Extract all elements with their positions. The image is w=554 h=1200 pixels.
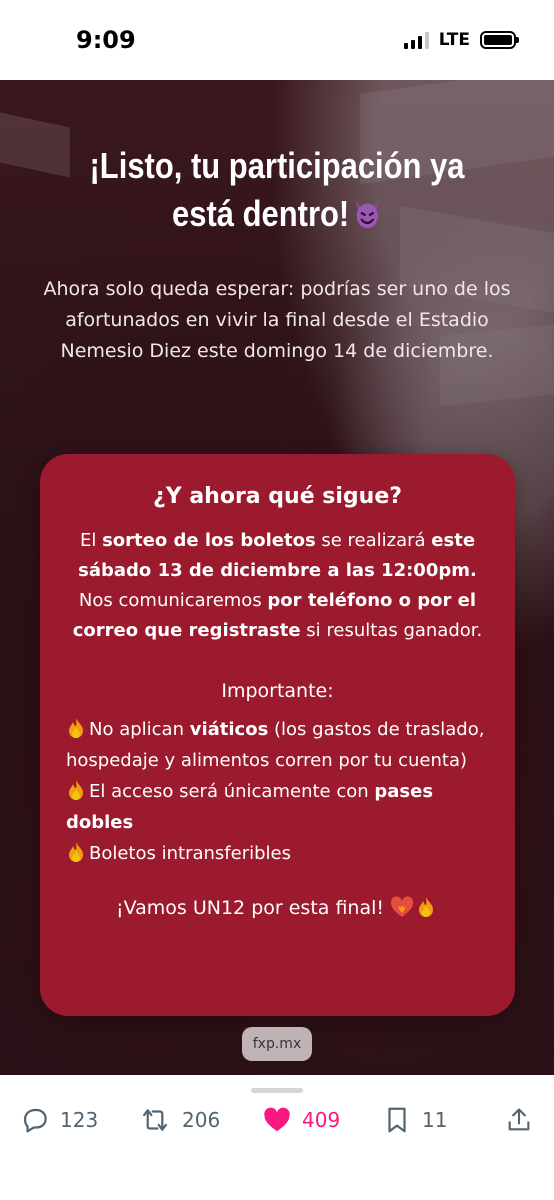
- list-item: El acceso será únicamente con pases dobl…: [66, 776, 489, 838]
- signal-icon: [403, 31, 429, 49]
- share-icon: [508, 1108, 530, 1131]
- text-segment: Nos comunicaremos: [78, 590, 268, 611]
- heart-on-fire-icon: [390, 896, 414, 917]
- reply-count: 123: [60, 1108, 99, 1132]
- headline-line-2: está dentro!: [172, 193, 350, 234]
- battery-icon: [480, 31, 519, 49]
- text-segment: El: [79, 530, 103, 551]
- text-bold: viáticos: [189, 719, 269, 740]
- like-count: 409: [302, 1108, 341, 1132]
- text-segment: El acceso será únicamente con: [89, 781, 375, 802]
- list-item: No aplican viáticos (los gastos de trasl…: [66, 714, 489, 776]
- action-bar: 123 206 409 11: [0, 1075, 554, 1200]
- list-item: Boletos intransferibles: [66, 838, 489, 869]
- reply-icon: [23, 1108, 47, 1133]
- bookmark-button[interactable]: 11: [382, 1105, 447, 1135]
- repost-count: 206: [182, 1108, 221, 1132]
- post-actions: 123 206 409 11: [0, 1105, 554, 1145]
- important-heading: Importante:: [221, 680, 334, 702]
- text-bold: sorteo de los boletos: [102, 530, 316, 551]
- text-segment: Boletos intransferibles: [89, 843, 291, 864]
- status-indicators: LTE: [403, 30, 519, 50]
- fire-icon: [419, 897, 433, 917]
- smiling-devil-icon: [355, 200, 379, 229]
- post-subtext: Ahora solo queda esperar: podrías ser un…: [43, 278, 511, 362]
- link-domain-badge[interactable]: fxp.mx: [242, 1027, 312, 1061]
- reply-button[interactable]: 123: [20, 1105, 98, 1135]
- bookmark-icon: [388, 1107, 406, 1133]
- status-time: 9:09: [76, 26, 136, 54]
- info-card: ¿Y ahora qué sigue? El sorteo de los bol…: [40, 454, 515, 1016]
- like-button[interactable]: 409: [262, 1105, 340, 1135]
- status-bar: 9:09 LTE: [0, 0, 554, 80]
- repost-button[interactable]: 206: [138, 1105, 220, 1135]
- fire-icon: [69, 780, 83, 800]
- drag-handle[interactable]: [251, 1088, 303, 1093]
- card-closing: ¡Vamos UN12 por esta final!: [66, 893, 489, 923]
- post-headline: ¡Listo, tu participación ya está dentro!: [73, 142, 481, 238]
- card-paragraph-contact: Nos comunicaremos por teléfono o por el …: [66, 586, 489, 646]
- repost-icon: [142, 1109, 168, 1131]
- fire-icon: [69, 842, 83, 862]
- card-paragraph-draw: El sorteo de los boletos se realizará es…: [66, 526, 489, 586]
- card-title: ¿Y ahora qué sigue?: [152, 484, 403, 509]
- closing-text: ¡Vamos UN12 por esta final!: [116, 897, 384, 919]
- important-list: No aplican viáticos (los gastos de trasl…: [66, 714, 489, 869]
- text-segment: si resultas ganador.: [300, 620, 483, 641]
- share-button[interactable]: [505, 1105, 533, 1135]
- network-label: LTE: [438, 30, 470, 50]
- text-segment: No aplican: [89, 719, 190, 740]
- heart-icon: [264, 1107, 290, 1132]
- text-segment: se realizará: [315, 530, 432, 551]
- fire-icon: [69, 718, 83, 738]
- headline-line-1: ¡Listo, tu participación ya: [89, 145, 465, 186]
- bookmark-count: 11: [422, 1108, 448, 1132]
